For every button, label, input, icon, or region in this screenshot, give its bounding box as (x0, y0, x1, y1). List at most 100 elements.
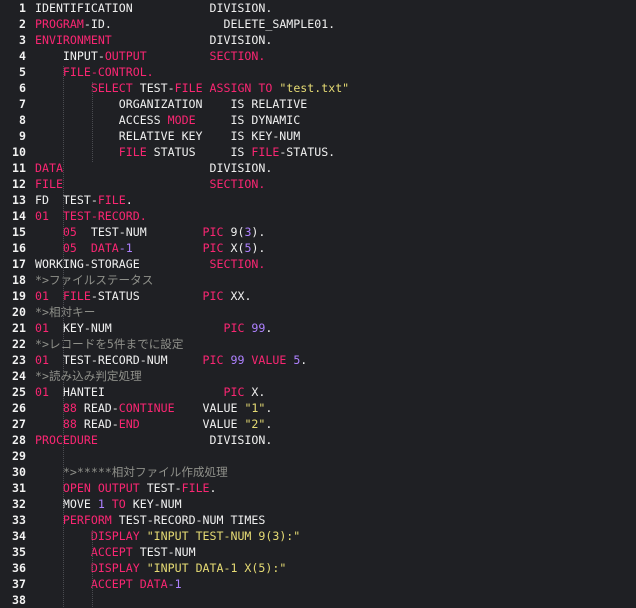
code-token: VALUE (174, 401, 245, 415)
code-token: SECTION. (209, 177, 266, 191)
line-number: 1 (19, 1, 26, 15)
code-lines[interactable]: 1 IDENTIFICATION DIVISION. 2 PROGRAM-ID. DE… (0, 0, 636, 608)
code-line[interactable]: 38 (0, 592, 636, 608)
line-text: ENVIRONMENT DIVISION. (35, 32, 272, 48)
line-text: FD TEST-FILE. (35, 192, 133, 208)
code-line[interactable]: 7 ORGANIZATION IS RELATIVE (0, 96, 636, 112)
code-line[interactable]: 20 *>相対キー (0, 304, 636, 320)
code-token: "INPUT DATA-1 X(5):" (146, 561, 287, 575)
line-number: 18 (12, 273, 26, 287)
line-number: 34 (12, 529, 26, 543)
code-line[interactable]: 10 FILE STATUS IS FILE-STATUS. (0, 144, 636, 160)
code-line[interactable]: 30 *>*****相対ファイル作成処理 (0, 464, 636, 480)
code-line[interactable]: 11 DATA DIVISION. (0, 160, 636, 176)
line-number: 15 (12, 225, 26, 239)
line-number: 16 (12, 241, 26, 255)
line-text: 05 DATA-1 PIC X(5). (35, 240, 266, 256)
line-number: 7 (19, 97, 26, 111)
code-token: 05 (62, 225, 77, 239)
code-token: TO (258, 81, 273, 95)
line-text: WORKING-STORAGE SECTION. (35, 256, 265, 272)
code-line[interactable]: 17 WORKING-STORAGE SECTION. (0, 256, 636, 272)
code-line[interactable]: 34 DISPLAY "INPUT TEST-NUM 9(3):" (0, 528, 636, 544)
line-text: 01 TEST-RECORD-NUM PIC 99 VALUE 5. (35, 352, 307, 368)
line-number: 31 (12, 481, 26, 495)
code-line[interactable]: 16 05 DATA-1 PIC X(5). (0, 240, 636, 256)
line-text: 05 TEST-NUM PIC 9(3). (35, 224, 265, 240)
code-token: TEST-RECORD-NUM (48, 353, 203, 367)
code-line[interactable]: 26 88 READ-CONTINUE VALUE "1". (0, 400, 636, 416)
code-line[interactable]: 32 MOVE 1 TO KEY-NUM (0, 496, 636, 512)
code-line[interactable]: 35 ACCEPT TEST-NUM (0, 544, 636, 560)
code-token: READ- (76, 401, 119, 415)
code-token: TEST-NUM (132, 545, 196, 559)
code-token: MOVE (35, 497, 98, 511)
code-line[interactable]: 29 (0, 448, 636, 464)
code-line[interactable]: 23 01 TEST-RECORD-NUM PIC 99 VALUE 5. (0, 352, 636, 368)
code-token: -STATUS. (279, 145, 336, 159)
line-number: 20 (12, 305, 26, 319)
code-line[interactable]: 2 PROGRAM-ID. DELETE_SAMPLE01. (0, 16, 636, 32)
line-text: *>*****相対ファイル作成処理 (35, 464, 228, 480)
code-token: 01 (35, 321, 49, 335)
code-line[interactable]: 5 FILE-CONTROL. (0, 64, 636, 80)
code-line[interactable]: 13 FD TEST-FILE. (0, 192, 636, 208)
code-token: ACCEPT (90, 545, 133, 559)
code-line[interactable]: 3 ENVIRONMENT DIVISION. (0, 32, 636, 48)
code-line[interactable]: 14 01 TEST-RECORD. (0, 208, 636, 224)
line-number: 21 (12, 321, 26, 335)
code-line[interactable]: 1 IDENTIFICATION DIVISION. (0, 0, 636, 16)
line-number: 11 (12, 161, 26, 175)
code-line[interactable]: 25 01 HANTEI PIC X. (0, 384, 636, 400)
code-line[interactable]: 9 RELATIVE KEY IS KEY-NUM (0, 128, 636, 144)
code-token: X( (223, 241, 245, 255)
code-line[interactable]: 27 88 READ-END VALUE "2". (0, 416, 636, 432)
code-token: . (265, 401, 273, 415)
code-line[interactable]: 21 01 KEY-NUM PIC 99. (0, 320, 636, 336)
code-token: DIVISION. (97, 433, 273, 447)
code-line[interactable]: 24 *>読み込み判定処理 (0, 368, 636, 384)
code-line[interactable]: 31 OPEN OUTPUT TEST-FILE. (0, 480, 636, 496)
code-line[interactable]: 36 DISPLAY "INPUT DATA-1 X(5):" (0, 560, 636, 576)
line-text: 88 READ-END VALUE "2". (35, 416, 272, 432)
code-editor[interactable]: 1 IDENTIFICATION DIVISION. 2 PROGRAM-ID. DE… (0, 0, 636, 607)
line-text: 01 TEST-RECORD. (35, 208, 147, 224)
code-token: ACCESS (35, 113, 168, 127)
code-line[interactable]: 33 PERFORM TEST-RECORD-NUM TIMES (0, 512, 636, 528)
code-line[interactable]: 19 01 FILE-STATUS PIC XX. (0, 288, 636, 304)
code-line[interactable]: 15 05 TEST-NUM PIC 9(3). (0, 224, 636, 240)
line-text: FILE-CONTROL. (35, 64, 154, 80)
code-token: KEY-NUM (125, 497, 182, 511)
code-line[interactable]: 37 ACCEPT DATA-1 (0, 576, 636, 592)
line-number: 14 (12, 209, 26, 223)
code-token: 01 (35, 385, 49, 399)
code-line[interactable]: 22 *>レコードを5件までに設定 (0, 336, 636, 352)
code-token: FD TEST- (35, 193, 98, 207)
code-token: "INPUT TEST-NUM 9(3):" (146, 529, 301, 543)
code-token: ORGANIZATION IS RELATIVE (35, 97, 308, 111)
code-token: END (118, 417, 140, 431)
line-text: RELATIVE KEY IS KEY-NUM (35, 128, 301, 144)
code-token: ASSIGN (209, 81, 252, 95)
code-line[interactable]: 6 SELECT TEST-FILE ASSIGN TO "test.txt" (0, 80, 636, 96)
code-line[interactable]: 8 ACCESS MODE IS DYNAMIC (0, 112, 636, 128)
code-token: "1" (244, 401, 266, 415)
code-token: TEST- (132, 81, 175, 95)
code-line[interactable]: 12 FILE SECTION. (0, 176, 636, 192)
code-line[interactable]: 28 PROCEDURE DIVISION. (0, 432, 636, 448)
code-token: FILE (62, 65, 91, 79)
code-token: "test.txt" (279, 81, 350, 95)
code-token: ACCEPT (90, 577, 133, 591)
code-token: -STATUS (90, 289, 203, 303)
code-token: . (265, 321, 273, 335)
line-text: INPUT-OUTPUT SECTION. (35, 48, 265, 64)
code-line[interactable]: 4 INPUT-OUTPUT SECTION. (0, 48, 636, 64)
code-line[interactable]: 18 *>ファイルステータス (0, 272, 636, 288)
